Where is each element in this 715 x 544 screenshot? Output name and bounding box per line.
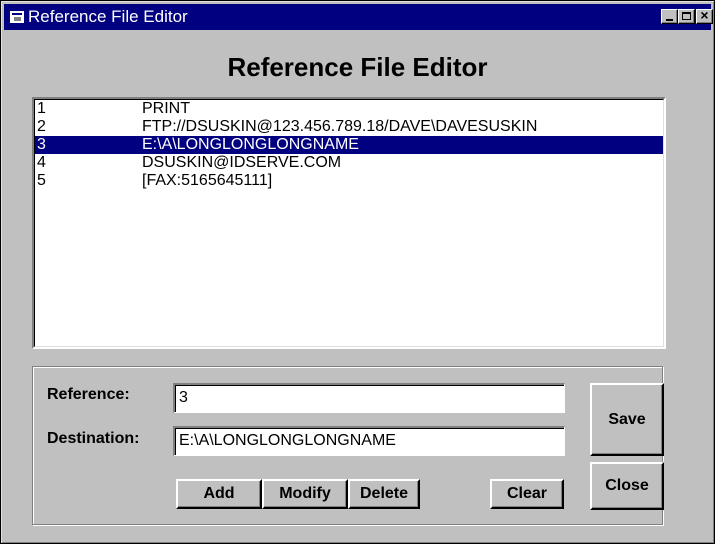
list-item-number: 1 — [37, 100, 46, 117]
maximize-icon — [682, 12, 691, 20]
maximize-button[interactable] — [678, 9, 695, 24]
destination-input[interactable]: E:\A\LONGLONGLONGNAME — [173, 426, 565, 456]
delete-button[interactable]: Delete — [348, 479, 420, 509]
list-item-text: DSUSKIN@IDSERVE.COM — [142, 154, 342, 171]
close-window-button[interactable]: × — [696, 7, 713, 24]
add-button[interactable]: Add — [176, 479, 262, 509]
save-button[interactable]: Save — [590, 383, 664, 456]
list-item-text: [FAX:5165645111] — [142, 172, 273, 189]
list-item-number: 5 — [37, 172, 46, 189]
window-app-icon[interactable] — [10, 11, 24, 23]
close-button[interactable]: Close — [590, 462, 664, 510]
list-item-number: 3 — [37, 136, 46, 153]
modify-button[interactable]: Modify — [262, 479, 348, 509]
reference-label: Reference: — [47, 386, 130, 403]
list-item[interactable]: 4 DSUSKIN@IDSERVE.COM — [35, 154, 663, 172]
list-item[interactable]: 5 [FAX:5165645111] — [35, 172, 663, 190]
reference-listbox[interactable]: 1 PRINT 2 FTP://DSUSKIN@123.456.789.18/DAVE… — [32, 97, 666, 349]
list-item[interactable]: 3 E:\A\LONGLONGLONGNAME — [35, 136, 663, 154]
list-item-text: E:\A\LONGLONGLONGNAME — [142, 136, 359, 153]
title-bar[interactable]: Reference File Editor × — [4, 4, 713, 30]
reference-input[interactable]: 3 — [173, 383, 565, 413]
destination-label: Destination: — [47, 430, 140, 447]
list-item[interactable]: 2 FTP://DSUSKIN@123.456.789.18/DAVE\DAVES… — [35, 118, 663, 136]
clear-button[interactable]: Clear — [490, 479, 564, 509]
listbox-content: 1 PRINT 2 FTP://DSUSKIN@123.456.789.18/DAVE… — [34, 99, 664, 347]
minimize-button[interactable] — [661, 9, 678, 24]
list-item-text: PRINT — [142, 100, 190, 117]
close-icon: × — [700, 7, 709, 23]
minimize-icon — [666, 19, 673, 21]
list-item-number: 2 — [37, 118, 46, 135]
list-item[interactable]: 1 PRINT — [35, 100, 663, 118]
list-item-text: FTP://DSUSKIN@123.456.789.18/DAVE\DAVESU… — [142, 118, 538, 135]
page-title: Reference File Editor — [227, 52, 488, 82]
window-title: Reference File Editor — [28, 7, 188, 26]
list-item-number: 4 — [37, 154, 46, 171]
